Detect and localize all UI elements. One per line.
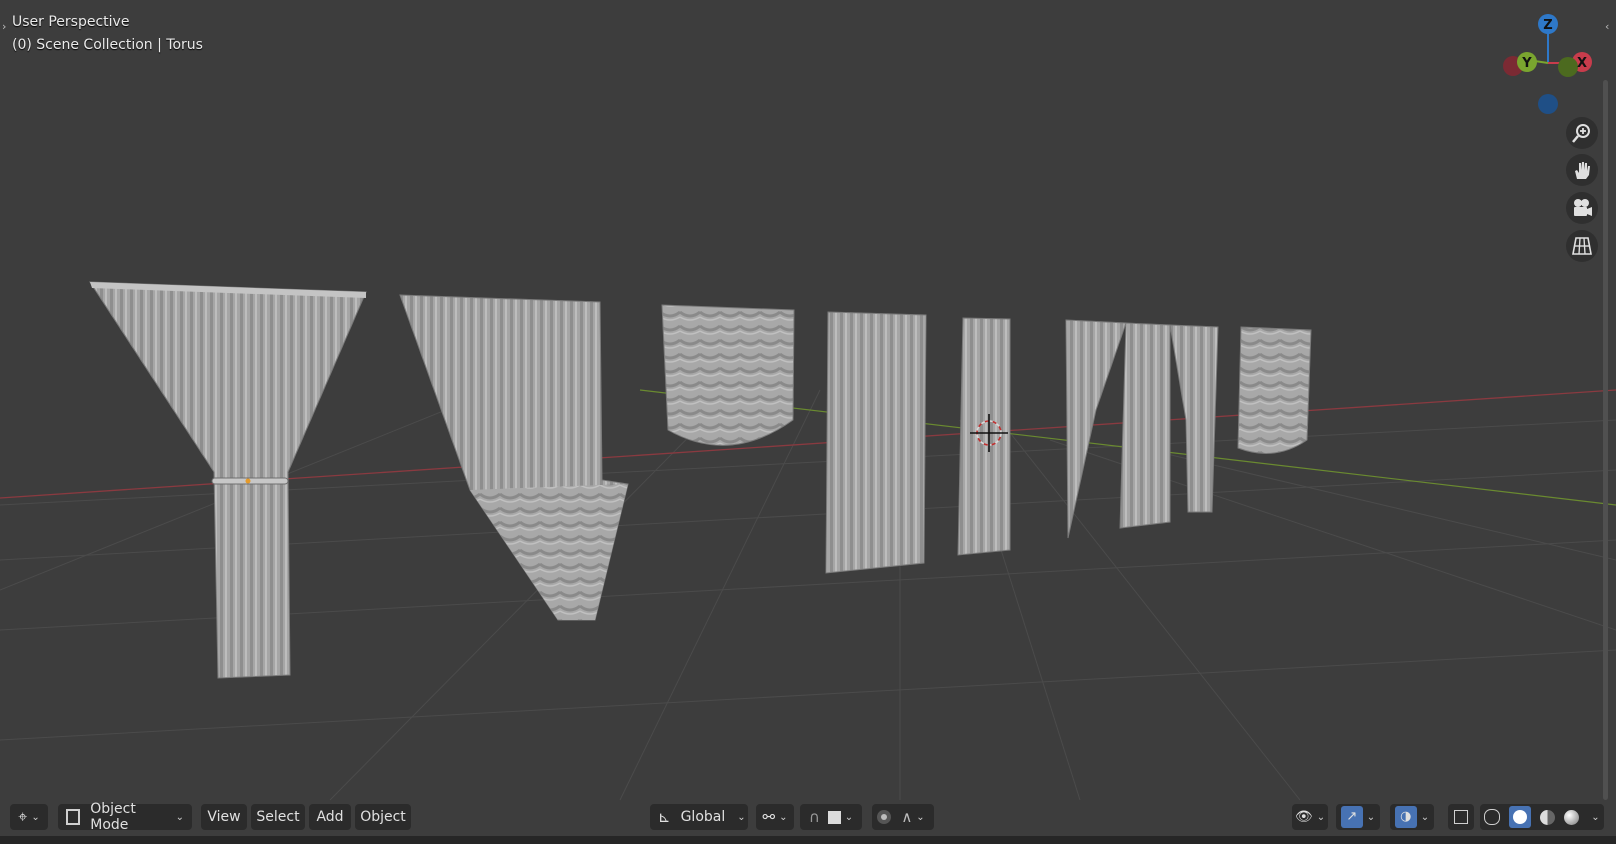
- pivot-point-button[interactable]: ⚯ ⌄: [756, 804, 794, 830]
- gizmo-label-y: Y: [1521, 56, 1532, 71]
- hand-icon[interactable]: [1566, 154, 1598, 186]
- curtain-narrow: [957, 317, 1011, 556]
- chevron-down-icon: ⌄: [737, 811, 746, 823]
- timeline-header-strip: [0, 836, 1616, 844]
- transform-orientation-dropdown[interactable]: ⊾ Global ⌄: [650, 804, 748, 830]
- chevron-down-icon: ⌄: [1420, 811, 1430, 823]
- valance-swag: [661, 304, 795, 446]
- navigation-gizmo: Z X Y: [1503, 14, 1592, 114]
- chevron-down-icon: ⌄: [175, 811, 184, 823]
- curtain-tied-back: [89, 281, 367, 679]
- solid-shading-icon[interactable]: [1509, 806, 1532, 828]
- eye-icon: 👁: [1294, 809, 1313, 825]
- gizmo-neg-z-axis: [1538, 94, 1558, 114]
- shading-mode-group[interactable]: ⌄: [1480, 804, 1604, 830]
- xray-icon: [1454, 810, 1468, 824]
- chevron-down-icon: ⌄: [1591, 811, 1600, 823]
- link-icon: ⚯: [762, 808, 776, 826]
- snap-target-icon[interactable]: [827, 810, 841, 824]
- curtain-swag-side: [399, 294, 629, 621]
- editor-type-button[interactable]: ⌖ ⌄: [10, 804, 48, 830]
- object-mode-icon: [66, 809, 81, 825]
- proportional-editing-group[interactable]: ∧ ⌄: [872, 804, 934, 830]
- zoom-in-icon[interactable]: [1566, 117, 1598, 149]
- chevron-down-icon: ⌄: [844, 811, 854, 823]
- menu-select[interactable]: Select: [251, 804, 305, 830]
- left-region-toggle-icon[interactable]: ›: [2, 20, 6, 33]
- menu-object[interactable]: Object: [355, 804, 411, 830]
- menu-view[interactable]: View: [201, 804, 247, 830]
- material-shading-icon[interactable]: [1539, 809, 1555, 825]
- viewport-scene[interactable]: Z X Y: [0, 0, 1616, 844]
- collection-info-label: (0) Scene Collection | Torus: [12, 37, 203, 53]
- wireframe-shading-icon[interactable]: [1484, 809, 1501, 825]
- falloff-curve-icon[interactable]: ∧: [901, 808, 912, 826]
- chevron-down-icon: ⌄: [31, 811, 40, 823]
- rendered-shading-icon[interactable]: [1563, 809, 1579, 825]
- proportional-edit-icon[interactable]: [881, 814, 888, 820]
- curtain-double: [1065, 319, 1219, 539]
- valance-small: [1237, 326, 1312, 454]
- grid-icon[interactable]: [1566, 230, 1598, 262]
- menu-add[interactable]: Add: [309, 804, 351, 830]
- overlays-toggle[interactable]: ◑ ⌄: [1390, 804, 1434, 830]
- viewport-scrollbar[interactable]: [1603, 80, 1608, 800]
- chevron-down-icon: ⌄: [1366, 811, 1376, 823]
- gizmo-label-x: X: [1577, 56, 1587, 71]
- gizmo-toggle-icon: ↗: [1340, 806, 1363, 828]
- gizmo-label-z: Z: [1543, 18, 1552, 33]
- 3d-viewport[interactable]: Z X Y › ‹ User Perspective (0) Scene Col…: [0, 0, 1616, 844]
- viewport-header: ⌖ ⌄ Object Mode ⌄ View Select Add Object …: [0, 800, 1616, 834]
- overlays-icon: ◑: [1394, 806, 1417, 828]
- curtain-straight: [825, 311, 927, 574]
- chevron-down-icon: ⌄: [779, 811, 788, 823]
- gizmo-icon: ⌖: [18, 807, 28, 826]
- mode-dropdown[interactable]: Object Mode ⌄: [58, 801, 192, 833]
- right-region-toggle-icon[interactable]: ‹: [1605, 20, 1609, 33]
- mode-label: Object Mode: [90, 801, 136, 833]
- magnet-icon[interactable]: ∩: [809, 808, 820, 826]
- xray-toggle[interactable]: [1448, 804, 1474, 830]
- gizmo-neg-y-axis: [1558, 57, 1578, 77]
- orientation-axes-icon: ⊾: [658, 808, 671, 826]
- snapping-group[interactable]: ∩ ⌄: [800, 804, 862, 830]
- gizmos-toggle[interactable]: ↗ ⌄: [1336, 804, 1380, 830]
- view-name-label: User Perspective: [12, 14, 130, 30]
- orientation-label: Global: [680, 809, 726, 825]
- camera-icon[interactable]: [1566, 192, 1598, 224]
- chevron-down-icon: ⌄: [916, 811, 925, 823]
- chevron-down-icon: ⌄: [1316, 811, 1326, 823]
- visibility-dropdown[interactable]: 👁 ⌄: [1292, 804, 1328, 830]
